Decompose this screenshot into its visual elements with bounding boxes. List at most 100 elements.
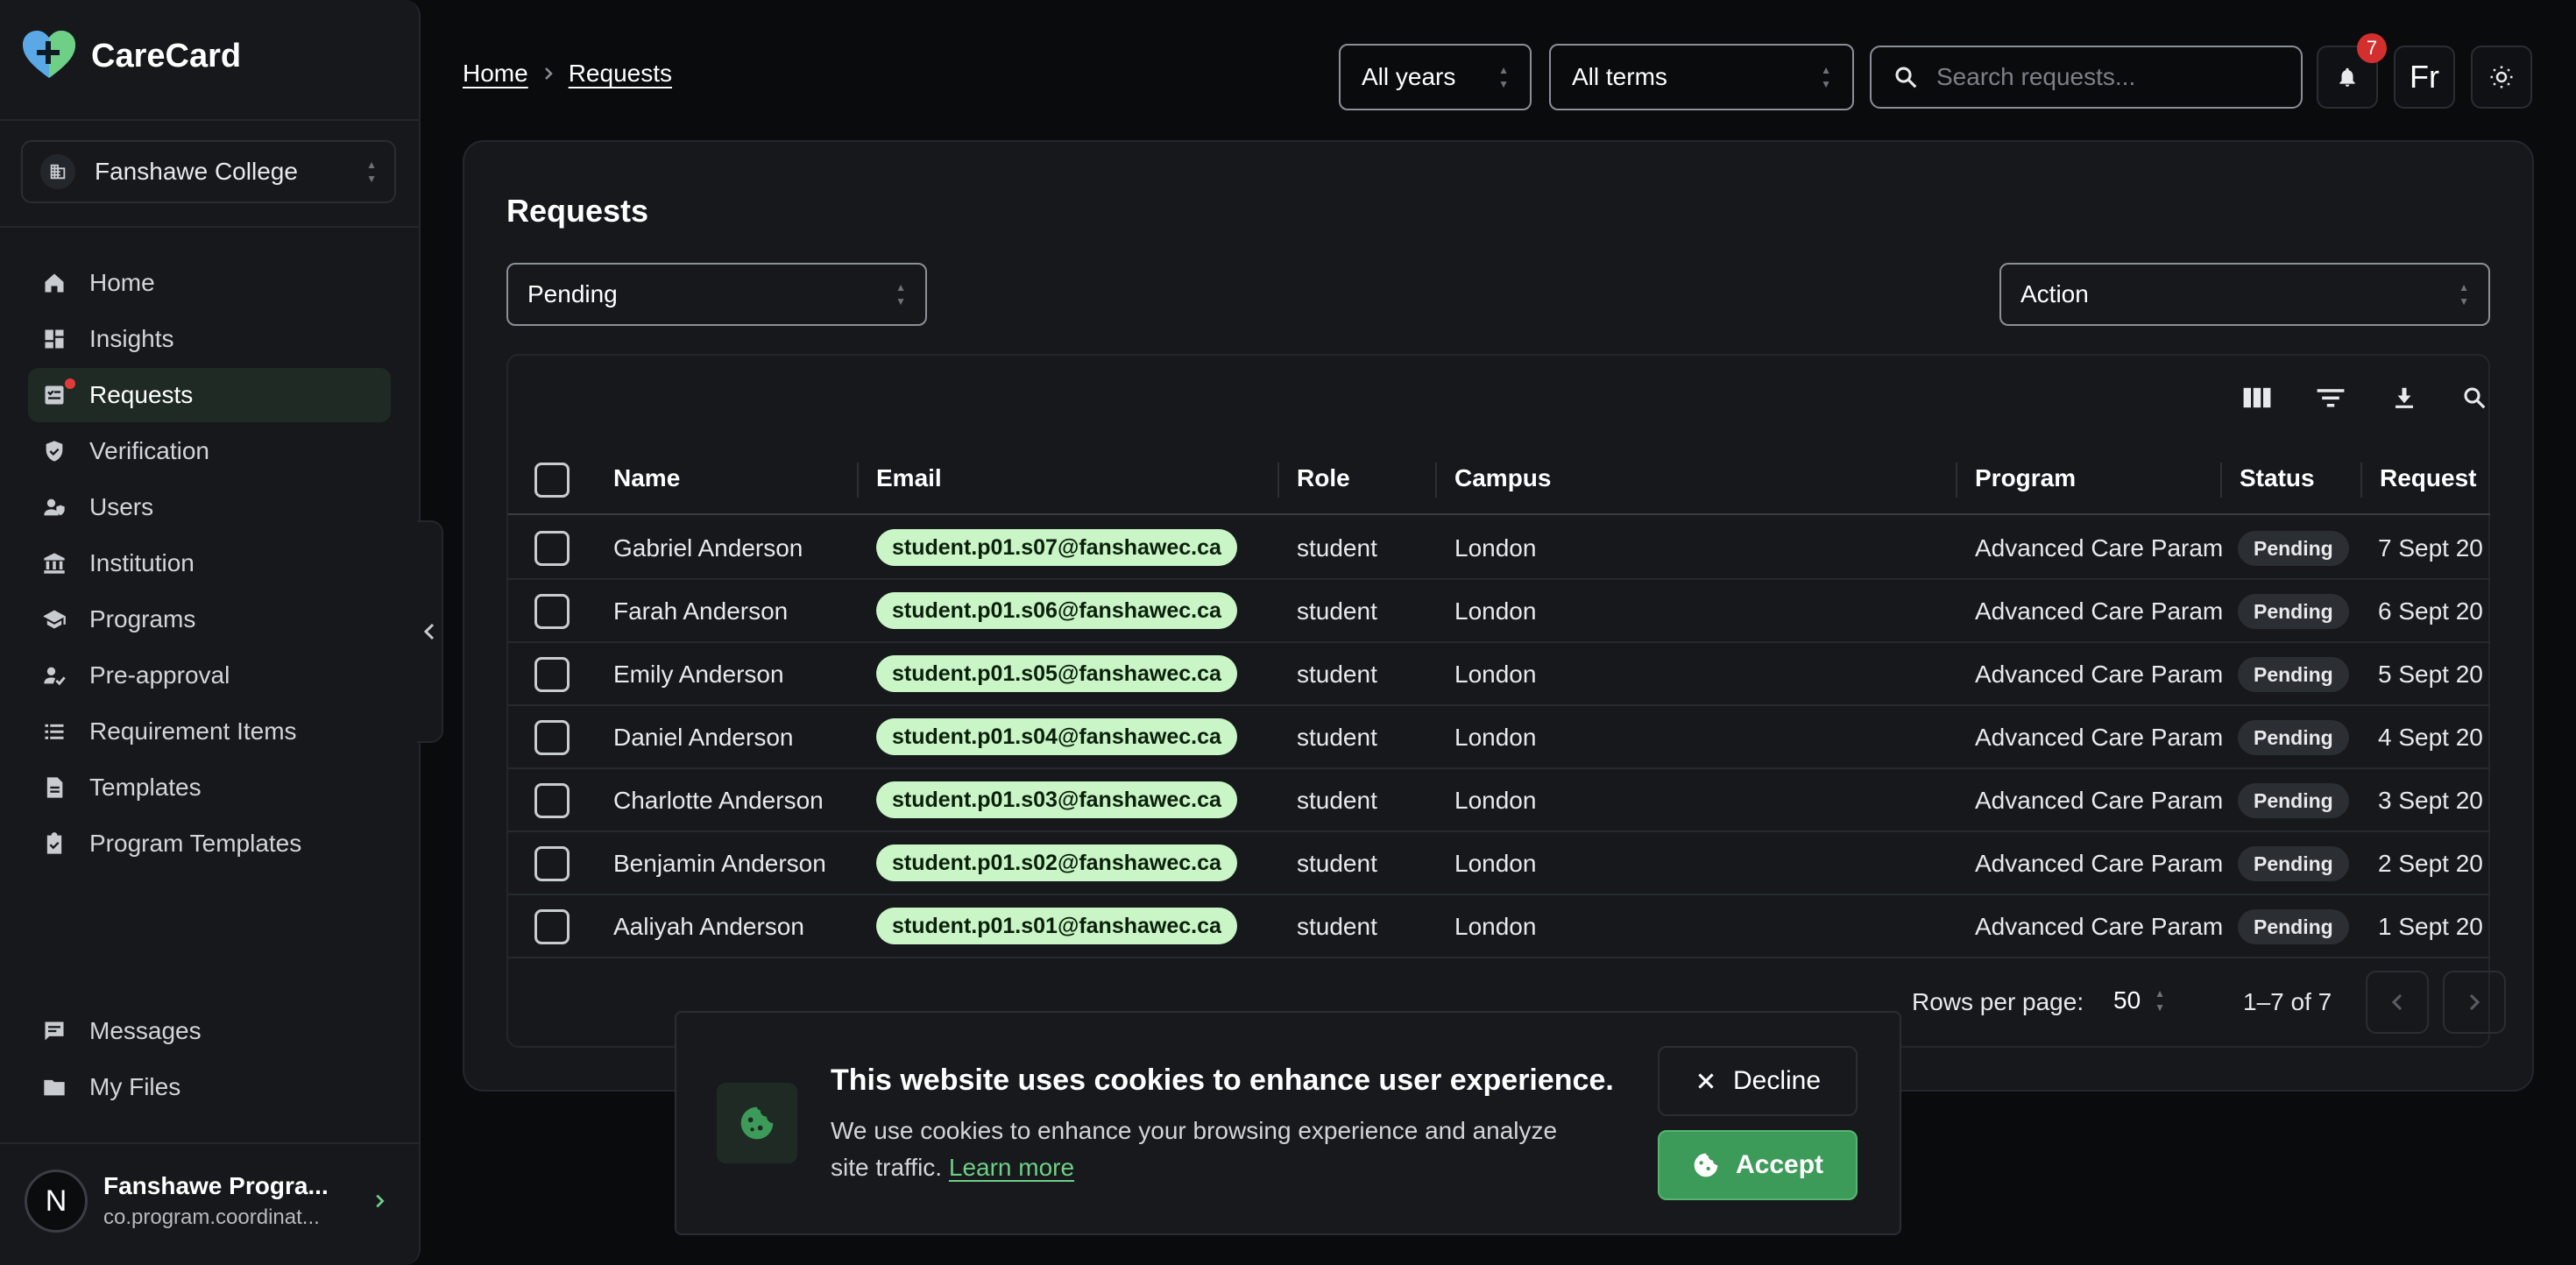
cell-program: Advanced Care Param <box>1975 597 2222 625</box>
table-search-button[interactable] <box>2453 377 2495 419</box>
search-box <box>1870 46 2303 109</box>
row-checkbox[interactable] <box>534 846 570 881</box>
cell-name: Charlotte Anderson <box>613 787 824 814</box>
sidebar-item-requests[interactable]: Requests <box>28 368 391 422</box>
column-resize-handle[interactable] <box>857 463 859 498</box>
row-checkbox[interactable] <box>534 531 570 566</box>
language-button[interactable]: Fr <box>2394 46 2455 109</box>
user-menu[interactable]: N Fanshawe Progra... co.program.coordina… <box>25 1162 401 1240</box>
sidebar-item-verification[interactable]: Verification <box>28 424 391 478</box>
columns-button[interactable] <box>2236 377 2278 419</box>
column-header-request[interactable]: Request <box>2380 464 2476 492</box>
column-resize-handle[interactable] <box>2220 463 2222 498</box>
sidebar-item-pre-approval[interactable]: Pre-approval <box>28 648 391 703</box>
chevron-left-icon <box>2389 992 2405 1013</box>
cell-program: Advanced Care Param <box>1975 724 2222 751</box>
cookie-description: We use cookies to enhance your browsing … <box>831 1117 1558 1181</box>
download-button[interactable] <box>2383 377 2425 419</box>
row-checkbox[interactable] <box>534 909 570 944</box>
email-chip: student.p01.s01@fanshawec.ca <box>876 908 1237 944</box>
column-resize-handle[interactable] <box>2360 463 2362 498</box>
email-chip: student.p01.s04@fanshawec.ca <box>876 718 1237 755</box>
cell-program: Advanced Care Param <box>1975 787 2222 814</box>
term-select-value: All terms <box>1572 63 1667 90</box>
column-header-name[interactable]: Name <box>613 464 680 492</box>
sidebar-item-requirement-items[interactable]: Requirement Items <box>28 704 391 759</box>
rows-per-page-select[interactable]: 50 ▲ ▼ <box>2113 986 2165 1014</box>
download-icon <box>2391 385 2417 411</box>
column-resize-handle[interactable] <box>1277 463 1279 498</box>
previous-page-button[interactable] <box>2366 971 2429 1034</box>
sidebar-item-label: Templates <box>89 774 202 801</box>
sidebar-item-label: Home <box>89 269 155 296</box>
cell-campus: London <box>1454 913 1537 940</box>
breadcrumb-home[interactable]: Home <box>463 60 528 88</box>
row-checkbox[interactable] <box>534 783 570 818</box>
row-checkbox[interactable] <box>534 657 570 692</box>
cell-campus: London <box>1454 787 1537 814</box>
column-header-program[interactable]: Program <box>1975 464 2076 492</box>
brand[interactable]: CareCard <box>21 28 241 84</box>
sidebar-item-program-templates[interactable]: Program Templates <box>28 816 391 871</box>
row-checkbox[interactable] <box>534 720 570 755</box>
institution-select[interactable]: Fanshawe College ▲ ▼ <box>21 140 396 203</box>
column-header-campus[interactable]: Campus <box>1454 464 1551 492</box>
sidebar-item-label: Institution <box>89 549 195 576</box>
cell-program: Advanced Care Param <box>1975 913 2222 940</box>
theme-toggle-button[interactable] <box>2471 46 2532 109</box>
sidebar-item-institution[interactable]: Institution <box>28 536 391 590</box>
accept-button[interactable]: Accept <box>1658 1130 1858 1200</box>
user-name: Fanshawe Progra... <box>103 1172 329 1199</box>
sidebar-item-label: Verification <box>89 437 209 464</box>
select-all-checkbox[interactable] <box>534 463 570 498</box>
status-badge: Pending <box>2238 846 2349 881</box>
year-select[interactable]: All years ▲ ▼ <box>1339 44 1532 110</box>
bank-icon <box>40 549 68 577</box>
sidebar-item-label: Messages <box>89 1017 202 1044</box>
notification-badge: 7 <box>2357 33 2387 63</box>
message-icon <box>40 1017 68 1045</box>
action-select[interactable]: Action ▲ ▼ <box>1999 263 2490 326</box>
institution-name: Fanshawe College <box>95 158 298 185</box>
column-resize-handle[interactable] <box>1435 463 1437 498</box>
column-header-email[interactable]: Email <box>876 464 942 492</box>
decline-button[interactable]: Decline <box>1658 1046 1858 1116</box>
next-page-button[interactable] <box>2443 971 2506 1034</box>
pagination-range: 1–7 of 7 <box>2243 988 2332 1015</box>
breadcrumb-current[interactable]: Requests <box>569 60 672 88</box>
chevron-right-icon <box>2466 992 2482 1013</box>
row-checkbox[interactable] <box>534 594 570 629</box>
sidebar-item-users[interactable]: Users <box>28 480 391 534</box>
column-header-role[interactable]: Role <box>1297 464 1350 492</box>
cookie-text: We use cookies to enhance your browsing … <box>831 1113 1602 1186</box>
status-badge: Pending <box>2238 657 2349 692</box>
learn-more-link[interactable]: Learn more <box>949 1154 1074 1181</box>
collapse-sidebar-button[interactable] <box>417 520 443 743</box>
accept-label: Accept <box>1735 1150 1824 1179</box>
term-select[interactable]: All terms ▲ ▼ <box>1549 44 1854 110</box>
cell-role: student <box>1297 597 1377 625</box>
sidebar-item-programs[interactable]: Programs <box>28 592 391 647</box>
person-check-icon <box>40 661 68 689</box>
search-input[interactable] <box>1936 63 2280 91</box>
cell-name: Gabriel Anderson <box>613 534 803 562</box>
cell-name: Aaliyah Anderson <box>613 913 804 940</box>
sidebar-item-my-files[interactable]: My Files <box>28 1060 391 1114</box>
cookie-icon <box>717 1083 797 1163</box>
status-filter-select[interactable]: Pending ▲ ▼ <box>506 263 927 326</box>
column-header-status[interactable]: Status <box>2240 464 2315 492</box>
sidebar-item-templates[interactable]: Templates <box>28 760 391 815</box>
sidebar-item-label: Requests <box>89 381 194 408</box>
app-name: CareCard <box>91 37 242 74</box>
chevron-right-icon <box>542 65 555 82</box>
sidebar-item-messages[interactable]: Messages <box>28 1004 391 1058</box>
cell-program: Advanced Care Param <box>1975 850 2222 877</box>
document-icon <box>40 774 68 802</box>
sidebar-item-label: My Files <box>89 1073 181 1100</box>
filter-button[interactable] <box>2310 377 2352 419</box>
cell-role: student <box>1297 787 1377 814</box>
sidebar-item-insights[interactable]: Insights <box>28 312 391 366</box>
sidebar-item-home[interactable]: Home <box>28 256 391 310</box>
cell-name: Emily Anderson <box>613 661 784 688</box>
column-resize-handle[interactable] <box>1956 463 1957 498</box>
